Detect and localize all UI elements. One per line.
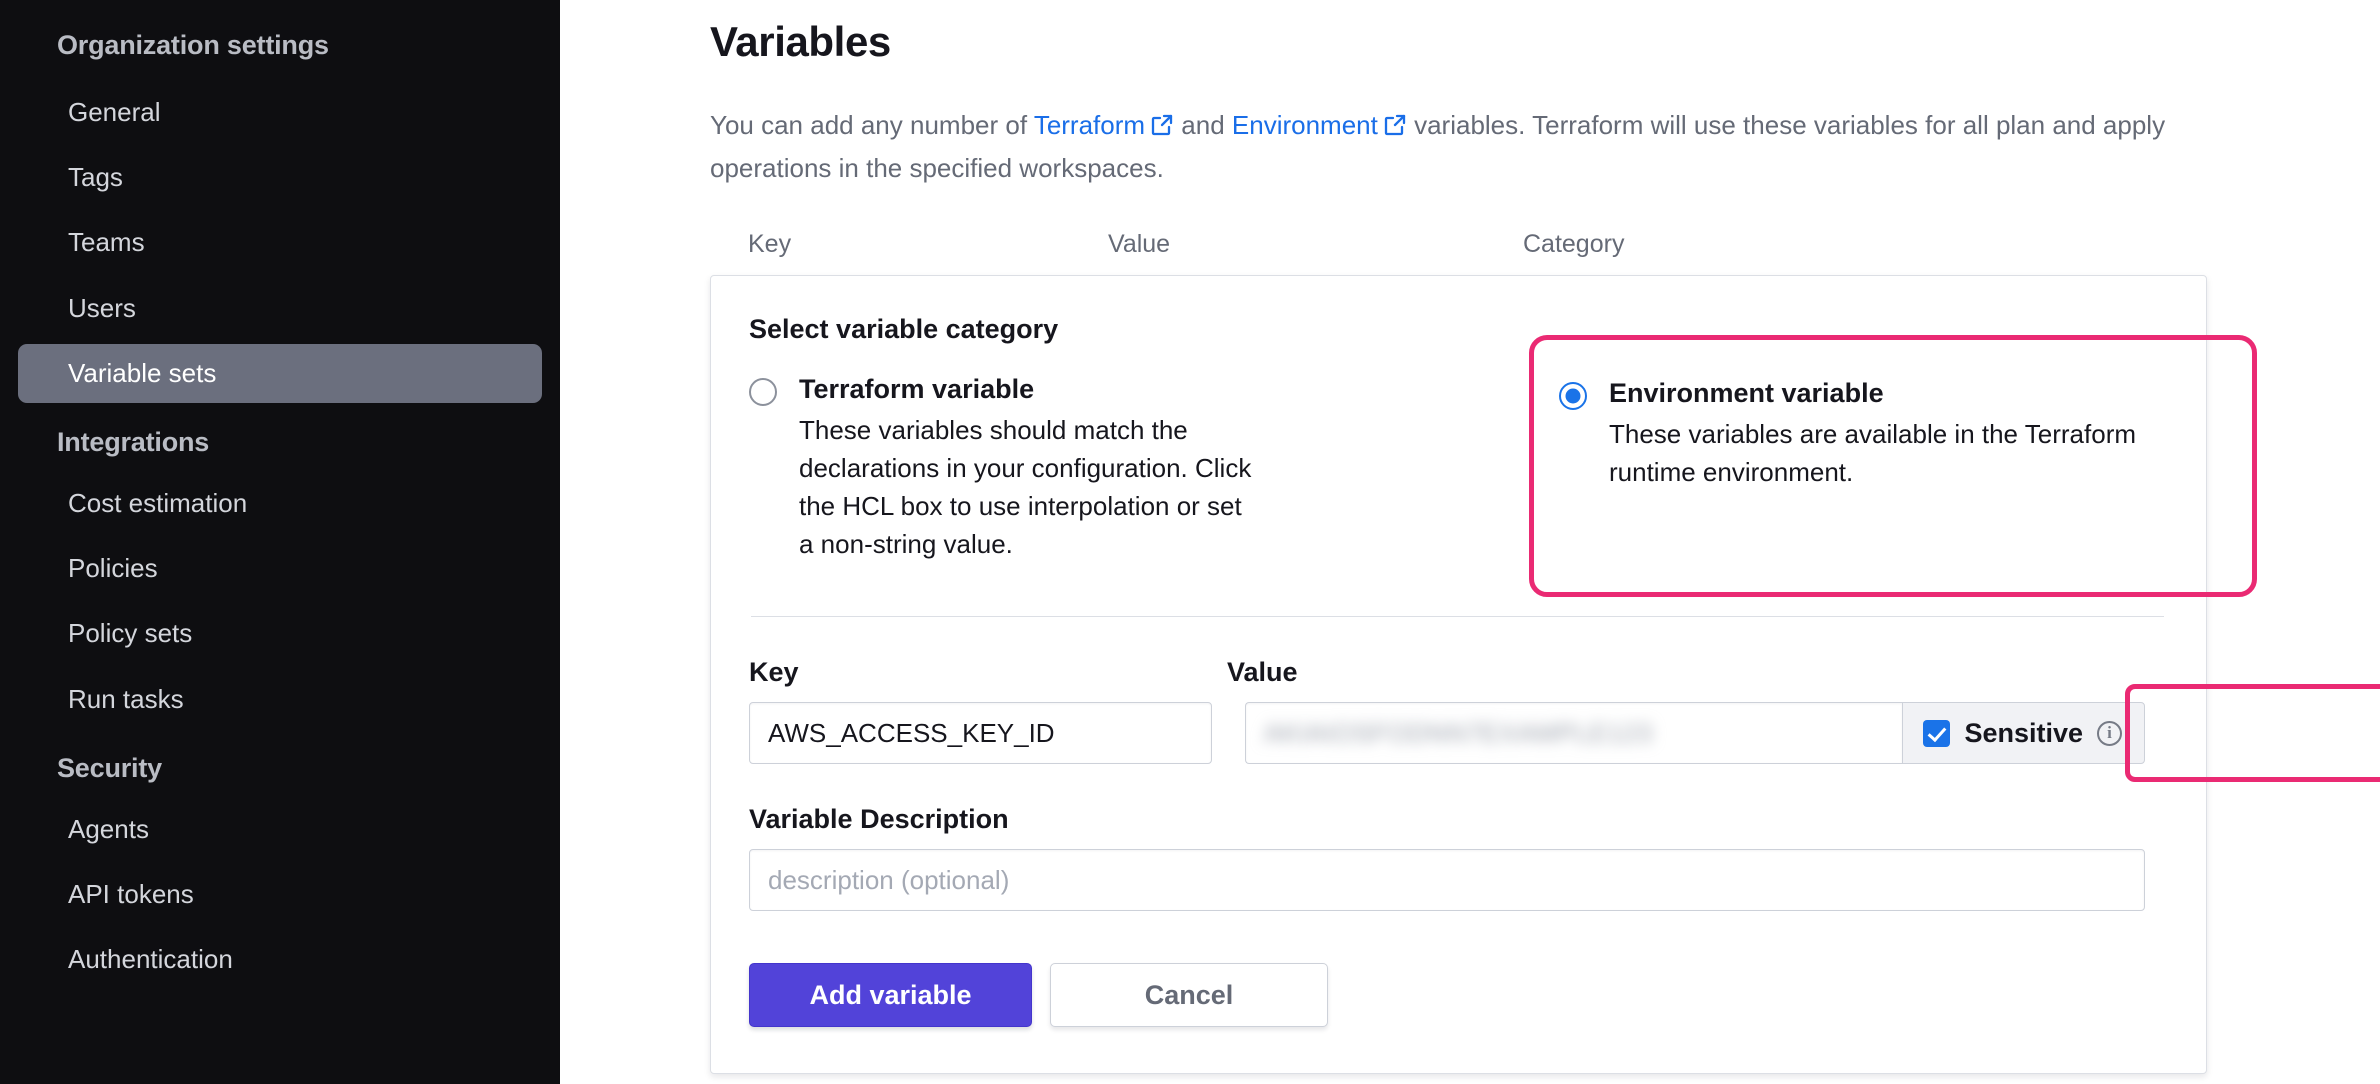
sidebar-item-agents[interactable]: Agents — [18, 800, 542, 859]
info-icon[interactable]: i — [2097, 720, 2122, 746]
sidebar-item-policy-sets[interactable]: Policy sets — [18, 604, 542, 663]
terraform-variable-description: These variables should match the declara… — [799, 414, 1252, 559]
sidebar-heading-security: Security — [57, 752, 162, 783]
description-part-2: and — [1174, 110, 1232, 140]
value-input-group: AKIAIOSFODNN7EXAMPLE123 Sensitive i — [1245, 684, 2380, 783]
highlight-box-sensitive — [2125, 684, 2380, 783]
sensitive-toggle[interactable]: Sensitive i — [1902, 702, 2145, 765]
key-field-label: Key — [749, 657, 799, 688]
sidebar-item-api-tokens[interactable]: API tokens — [18, 865, 542, 924]
environment-variable-title: Environment variable — [1609, 378, 1884, 409]
key-value-input-row: AWS_ACCESS_KEY_ID AKIAIOSFODNN7EXAMPLE12… — [749, 684, 2380, 783]
key-input[interactable]: AWS_ACCESS_KEY_ID — [749, 702, 1212, 765]
form-actions: Add variable Cancel — [749, 963, 2166, 1028]
variables-table-header: Key Value Category — [710, 230, 2380, 259]
sidebar-item-cost-estimation[interactable]: Cost estimation — [18, 474, 542, 533]
external-link-icon — [1383, 109, 1407, 149]
value-field-label: Value — [1227, 657, 1298, 688]
app-root: Organization settings General Tags Teams… — [0, 0, 2380, 1084]
variable-category-radio-group: Terraform variable These variables shoul… — [749, 335, 2257, 598]
variable-description-label: Variable Description — [749, 804, 1009, 835]
environment-variable-option[interactable]: Environment variable These variables are… — [1559, 375, 2219, 492]
column-header-key: Key — [748, 230, 792, 259]
page-description: You can add any number of Terraform and … — [710, 106, 2190, 188]
sidebar-heading-organization-settings: Organization settings — [57, 30, 329, 60]
environment-variable-radio[interactable] — [1559, 382, 1587, 411]
sidebar-item-authentication[interactable]: Authentication — [18, 930, 542, 989]
sidebar-item-run-tasks[interactable]: Run tasks — [18, 670, 542, 729]
key-value-labels: Key Value — [749, 657, 2166, 688]
sidebar-item-teams[interactable]: Teams — [18, 213, 542, 272]
sidebar: Organization settings General Tags Teams… — [0, 0, 560, 1084]
column-header-value: Value — [1108, 230, 1171, 259]
sidebar-item-general[interactable]: General — [18, 83, 542, 142]
key-input-value: AWS_ACCESS_KEY_ID — [768, 717, 1055, 748]
sidebar-item-tags[interactable]: Tags — [18, 148, 542, 207]
external-link-icon — [1150, 109, 1174, 149]
sidebar-heading-integrations: Integrations — [57, 426, 210, 457]
add-variable-form-card: Select variable category Terraform varia… — [710, 275, 2380, 1075]
variable-description-placeholder: description (optional) — [768, 864, 1010, 895]
terraform-variable-title: Terraform variable — [799, 374, 1035, 405]
description-part-1: You can add any number of — [710, 110, 1034, 140]
main-content: Variables You can add any number of Terr… — [560, 0, 2380, 1084]
page-title: Variables — [710, 18, 891, 65]
select-variable-category-title: Select variable category — [749, 314, 1059, 345]
value-input[interactable]: AKIAIOSFODNN7EXAMPLE123 — [1245, 702, 1903, 765]
environment-variables-link[interactable]: Environment — [1232, 110, 1378, 140]
sensitive-checkbox[interactable] — [1923, 719, 1951, 747]
cancel-button[interactable]: Cancel — [1050, 963, 1328, 1028]
variable-description-input[interactable]: description (optional) — [749, 849, 2145, 912]
sensitive-label: Sensitive — [1964, 717, 2083, 748]
environment-variable-description: These variables are available in the Ter… — [1609, 418, 2137, 487]
sidebar-item-variable-sets[interactable]: Variable sets — [18, 343, 542, 403]
column-header-category: Category — [1523, 230, 1625, 259]
add-variable-button[interactable]: Add variable — [749, 963, 1032, 1028]
terraform-variables-link[interactable]: Terraform — [1034, 110, 1145, 140]
terraform-variable-radio[interactable] — [749, 378, 777, 407]
sidebar-item-policies[interactable]: Policies — [18, 539, 542, 598]
form-divider — [751, 615, 2164, 618]
sidebar-item-users[interactable]: Users — [18, 279, 542, 338]
value-input-value-redacted: AKIAIOSFODNN7EXAMPLE123 — [1264, 717, 1653, 748]
terraform-variable-option[interactable]: Terraform variable These variables shoul… — [749, 363, 1259, 564]
